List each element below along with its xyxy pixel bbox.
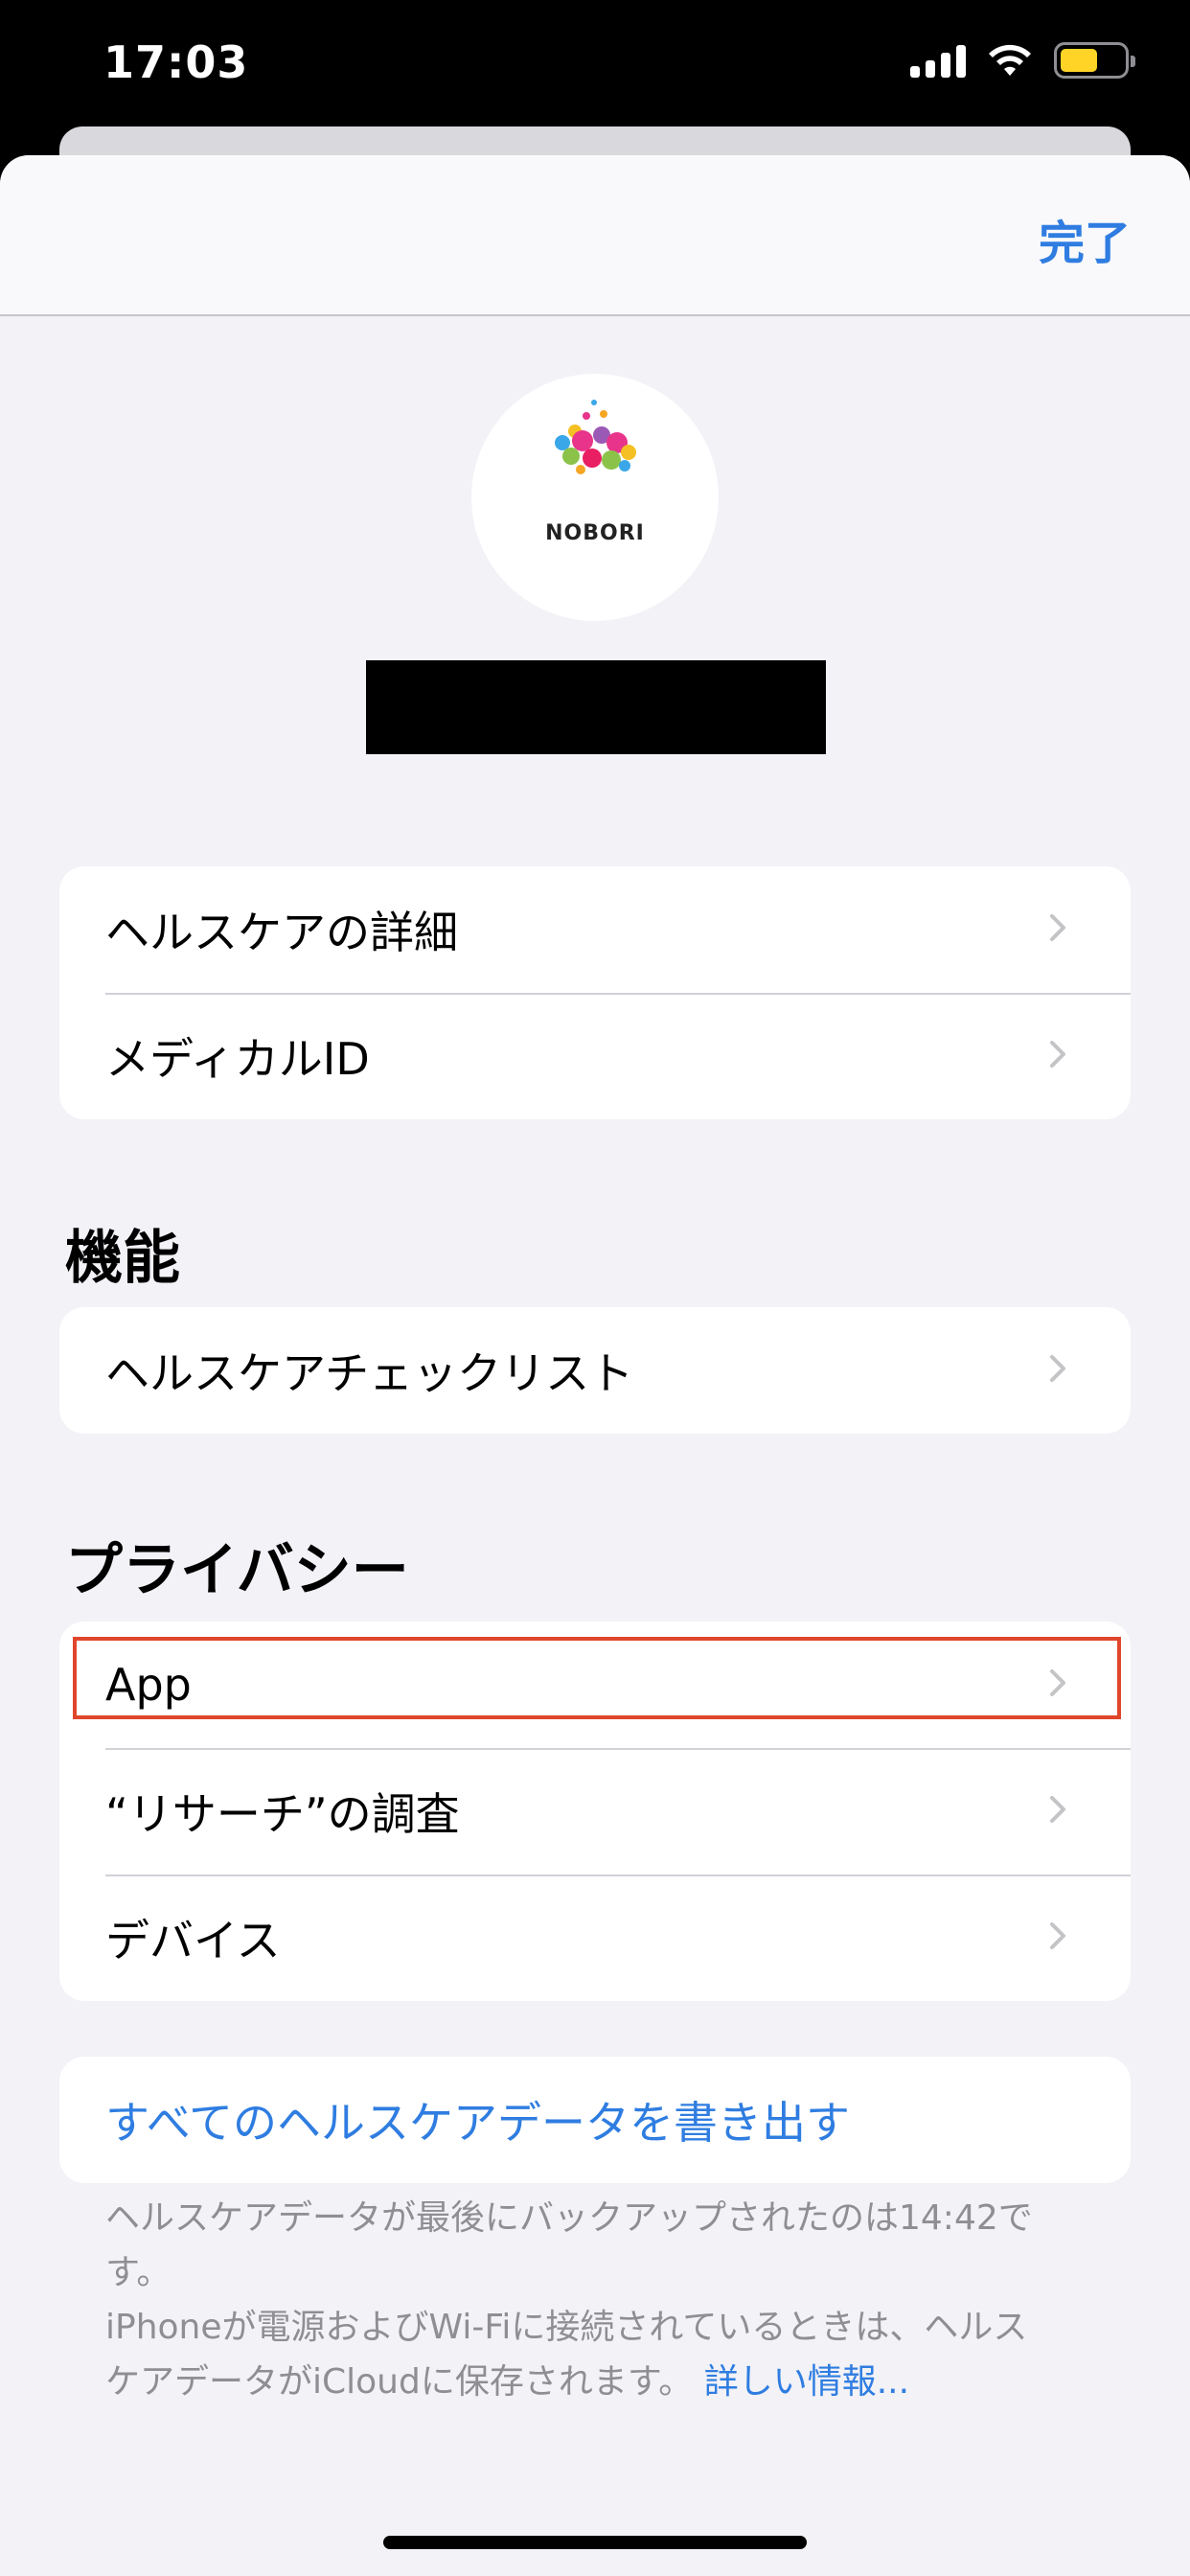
row-label: メディカルID [105, 1033, 370, 1085]
status-icons [910, 42, 1135, 79]
chevron-right-icon [1050, 1355, 1065, 1382]
row-label: ヘルスケアの詳細 [105, 907, 458, 958]
status-bar: 17:03 [0, 0, 1190, 134]
row-label: “リサーチ”の調査 [105, 1788, 460, 1840]
nobori-logo-icon [555, 400, 636, 474]
health-info-group: ヘルスケアの詳細 メディカルID [59, 866, 1131, 1119]
privacy-header: プライバシー [65, 1537, 409, 1604]
apps-row-highlight [73, 1637, 1121, 1719]
redacted-name [366, 660, 826, 754]
export-health-data-button[interactable]: すべてのヘルスケアデータを書き出す [59, 2057, 1131, 2183]
done-button[interactable]: 完了 [1039, 205, 1131, 272]
battery-icon [1054, 42, 1135, 79]
home-indicator [383, 2536, 807, 2549]
learn-more-link[interactable]: 詳しい情報... [704, 2362, 909, 2402]
export-label: すべてのヘルスケアデータを書き出す [105, 2097, 850, 2149]
row-label: デバイス [105, 1915, 281, 1966]
medical-id-row[interactable]: メディカルID [59, 993, 1131, 1119]
export-group: すべてのヘルスケアデータを書き出す [59, 2057, 1131, 2183]
chevron-right-icon [1050, 1041, 1065, 1068]
profile-avatar: NOBORI [471, 374, 719, 621]
chevron-right-icon [1050, 914, 1065, 941]
health-checklist-row[interactable]: ヘルスケアチェックリスト [59, 1307, 1131, 1434]
navigation-bar: 完了 [0, 155, 1190, 316]
chevron-right-icon [1050, 1922, 1065, 1949]
wifi-icon [989, 44, 1031, 76]
battery-level [1061, 49, 1098, 72]
row-label: ヘルスケアチェックリスト [105, 1347, 634, 1399]
cellular-signal-icon [910, 43, 966, 78]
icloud-info-text: iPhoneが電源およびWi-Fiに接続されているときは、ヘルスケアデータがiC… [105, 2300, 1044, 2409]
features-group: ヘルスケアチェックリスト [59, 1307, 1131, 1434]
devices-row[interactable]: デバイス [59, 1874, 1131, 2001]
backup-time-text: ヘルスケアデータが最後にバックアップされたのは14:42です。 [105, 2198, 1033, 2292]
backup-footer: ヘルスケアデータが最後にバックアップされたのは14:42です。 iPhoneが電… [105, 2191, 1044, 2409]
status-time: 17:03 [103, 36, 249, 88]
features-header: 機能 [65, 1225, 180, 1292]
logo-text: NOBORI [545, 521, 645, 545]
research-studies-row[interactable]: “リサーチ”の調査 [59, 1748, 1131, 1874]
health-details-row[interactable]: ヘルスケアの詳細 [59, 866, 1131, 993]
chevron-right-icon [1050, 1796, 1065, 1823]
